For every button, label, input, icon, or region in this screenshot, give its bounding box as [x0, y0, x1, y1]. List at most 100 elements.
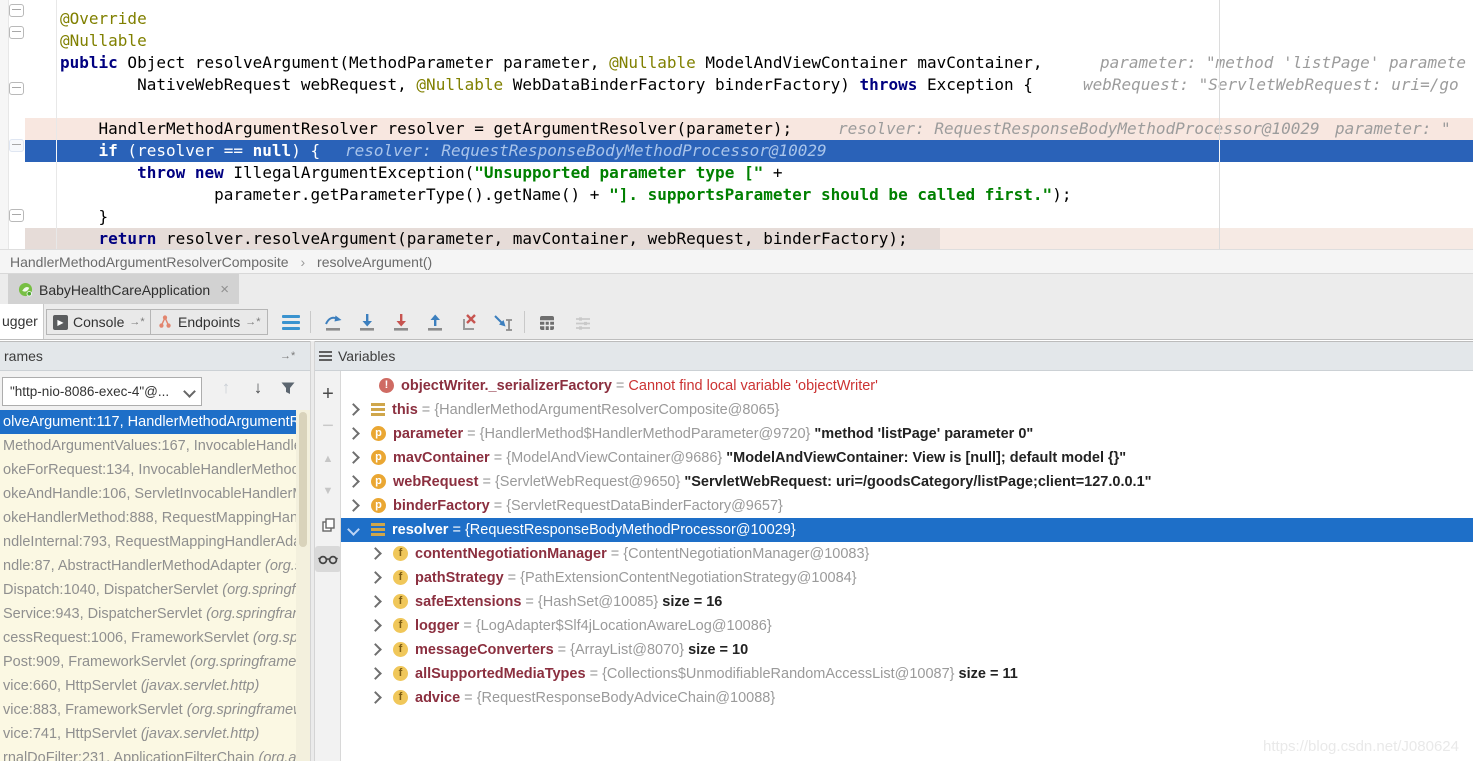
variable-row[interactable]: pbinderFactory = {ServletRequestDataBind… [341, 494, 1473, 518]
scrollbar-thumb[interactable] [299, 412, 307, 547]
variable-row[interactable]: flogger = {LogAdapter$Slf4jLocationAware… [341, 614, 1473, 638]
stack-frame[interactable]: Service:943, DispatcherServlet (org.spri… [0, 602, 296, 626]
inline-debugger-hint: parameter: "method 'listPage' paramete [1100, 52, 1466, 74]
chevron-right-icon[interactable] [369, 595, 382, 608]
variable-row[interactable]: fallSupportedMediaTypes = {Collections$U… [341, 662, 1473, 686]
chevron-right-icon[interactable] [369, 547, 382, 560]
chevron-right-icon[interactable] [347, 475, 360, 488]
run-config-tab[interactable]: BabyHealthCareApplication × [8, 274, 239, 305]
code-line[interactable]: public Object resolveArgument(MethodPara… [25, 52, 1473, 74]
stack-frame[interactable]: ndleInternal:793, RequestMappingHandlerA… [0, 530, 296, 554]
fold-marker-icon[interactable] [9, 139, 24, 152]
stack-frame[interactable]: Dispatch:1040, DispatcherServlet (org.sp… [0, 578, 296, 602]
variable-row[interactable]: fcontentNegotiationManager = {ContentNeg… [341, 542, 1473, 566]
variable-row[interactable]: fadvice = {RequestResponseBodyAdviceChai… [341, 686, 1473, 710]
stack-frame[interactable]: vice:741, HttpServlet (javax.servlet.htt… [0, 722, 296, 746]
fold-marker-icon[interactable] [9, 82, 24, 95]
stack-frame[interactable]: okeHandlerMethod:888, RequestMappingHan [0, 506, 296, 530]
variable-row[interactable]: pmavContainer = {ModelAndViewContainer@9… [341, 446, 1473, 470]
variable-row[interactable]: fpathStrategy = {PathExtensionContentNeg… [341, 566, 1473, 590]
pin-icon[interactable]: →* [280, 342, 295, 370]
chevron-right-icon[interactable] [369, 619, 382, 632]
stack-frame[interactable]: ndle:87, AbstractHandlerMethodAdapter (o… [0, 554, 296, 578]
evaluate-expression-icon[interactable] [534, 310, 560, 336]
tab-debugger[interactable]: ugger [0, 304, 44, 339]
move-down-icon[interactable]: ▼ [315, 478, 341, 504]
tab-endpoints[interactable]: Endpoints →* [150, 309, 268, 335]
stack-frame[interactable]: MethodArgumentValues:167, InvocableHandl… [0, 434, 296, 458]
field-variable-icon: f [393, 666, 408, 681]
hamburger-menu-icon[interactable] [282, 315, 300, 333]
value-variable-icon [371, 403, 385, 416]
variables-menu-icon[interactable] [319, 351, 332, 363]
step-out-button[interactable] [422, 310, 448, 336]
add-watch-icon[interactable]: + [315, 381, 341, 407]
stack-frame[interactable]: vice:660, HttpServlet (javax.servlet.htt… [0, 674, 296, 698]
chevron-right-icon[interactable] [369, 571, 382, 584]
stack-frame[interactable]: Post:909, FrameworkServlet (org.springfr… [0, 650, 296, 674]
code-line[interactable]: throw new IllegalArgumentException("Unsu… [25, 162, 1473, 184]
panel-splitter[interactable] [310, 341, 315, 761]
variable-row[interactable]: fsafeExtensions = {HashSet@10085} size =… [341, 590, 1473, 614]
code-line[interactable]: parameter.getParameterType().getName() +… [25, 184, 1473, 206]
code-line[interactable]: @Nullable [25, 30, 1473, 52]
variable-row[interactable]: resolver = {RequestResponseBodyMethodPro… [341, 518, 1473, 542]
fold-marker-icon[interactable] [9, 209, 24, 222]
variable-row[interactable]: this = {HandlerMethodArgumentResolverCom… [341, 398, 1473, 422]
toolbar-divider [310, 311, 311, 333]
variable-row[interactable]: !objectWriter._serializerFactory = Canno… [341, 374, 1473, 398]
stack-frame[interactable]: rnalDoFilter:231, ApplicationFilterChain… [0, 746, 296, 761]
chevron-right-icon[interactable] [369, 691, 382, 704]
fold-marker-icon[interactable] [9, 4, 24, 17]
code-line[interactable]: } [25, 206, 1473, 228]
chevron-right-icon[interactable] [369, 667, 382, 680]
show-watches-glasses-icon[interactable] [315, 546, 341, 572]
variable-row[interactable]: pwebRequest = {ServletWebRequest@9650} "… [341, 470, 1473, 494]
chevron-right-icon[interactable] [347, 499, 360, 512]
breadcrumb: HandlerMethodArgumentResolverComposite ›… [0, 249, 1473, 273]
variable-row[interactable]: pparameter = {HandlerMethod$HandlerMetho… [341, 422, 1473, 446]
chevron-right-icon[interactable] [347, 451, 360, 464]
close-icon[interactable]: × [220, 281, 229, 298]
stack-frame[interactable]: okeForRequest:134, InvocableHandlerMetho… [0, 458, 296, 482]
gutter-separator-highlight [56, 140, 57, 162]
drop-frame-button[interactable] [456, 310, 482, 336]
frame-up-button[interactable]: ↑ [214, 376, 238, 400]
force-step-into-button[interactable] [388, 310, 414, 336]
variable-row[interactable]: fmessageConverters = {ArrayList@8070} si… [341, 638, 1473, 662]
code-line[interactable]: return resolver.resolveArgument(paramete… [25, 228, 1473, 249]
field-variable-icon: f [393, 642, 408, 657]
step-into-button[interactable] [354, 310, 380, 336]
fold-marker-icon[interactable] [9, 26, 24, 39]
chevron-down-icon[interactable] [347, 523, 360, 536]
frames-scrollbar[interactable] [296, 410, 310, 761]
stack-frame[interactable]: okeAndHandle:106, ServletInvocableHandle… [0, 482, 296, 506]
code-line[interactable]: HandlerMethodArgumentResolver resolver =… [25, 118, 1473, 140]
inline-debugger-hint: parameter: " [1335, 118, 1451, 140]
code-editor[interactable]: @Override@Nullablepublic Object resolveA… [0, 0, 1473, 249]
frames-panel-title: rames [4, 342, 43, 370]
breadcrumb-class[interactable]: HandlerMethodArgumentResolverComposite [10, 254, 289, 270]
chevron-right-icon[interactable] [369, 643, 382, 656]
tab-console[interactable]: ▶ Console →* [46, 309, 152, 335]
stack-frame[interactable]: vice:883, FrameworkServlet (org.springfr… [0, 698, 296, 722]
variables-tree[interactable]: !objectWriter._serializerFactory = Canno… [341, 374, 1473, 710]
thread-selector[interactable]: "http-nio-8086-exec-4"@... [2, 377, 202, 406]
copy-icon[interactable] [315, 512, 341, 538]
filter-icon[interactable] [276, 376, 300, 400]
frames-list[interactable]: olveArgument:117, HandlerMethodArgumentR… [0, 410, 296, 761]
run-to-cursor-button[interactable] [490, 310, 516, 336]
move-up-icon[interactable]: ▲ [315, 446, 341, 472]
stack-frame[interactable]: olveArgument:117, HandlerMethodArgumentR [0, 410, 296, 434]
chevron-right-icon[interactable] [347, 427, 360, 440]
remove-watch-icon[interactable]: − [315, 413, 341, 439]
breadcrumb-method[interactable]: resolveArgument() [317, 254, 432, 270]
code-line[interactable]: NativeWebRequest webRequest, @Nullable W… [25, 74, 1473, 96]
layout-settings-icon[interactable] [570, 310, 596, 336]
step-over-button[interactable] [320, 310, 346, 336]
code-line[interactable]: @Override [25, 8, 1473, 30]
stack-frame[interactable]: cessRequest:1006, FrameworkServlet (org.… [0, 626, 296, 650]
code-line[interactable]: if (resolver == null) {resolver: Request… [25, 140, 1473, 162]
chevron-right-icon[interactable] [347, 403, 360, 416]
frame-down-button[interactable]: ↓ [246, 376, 270, 400]
